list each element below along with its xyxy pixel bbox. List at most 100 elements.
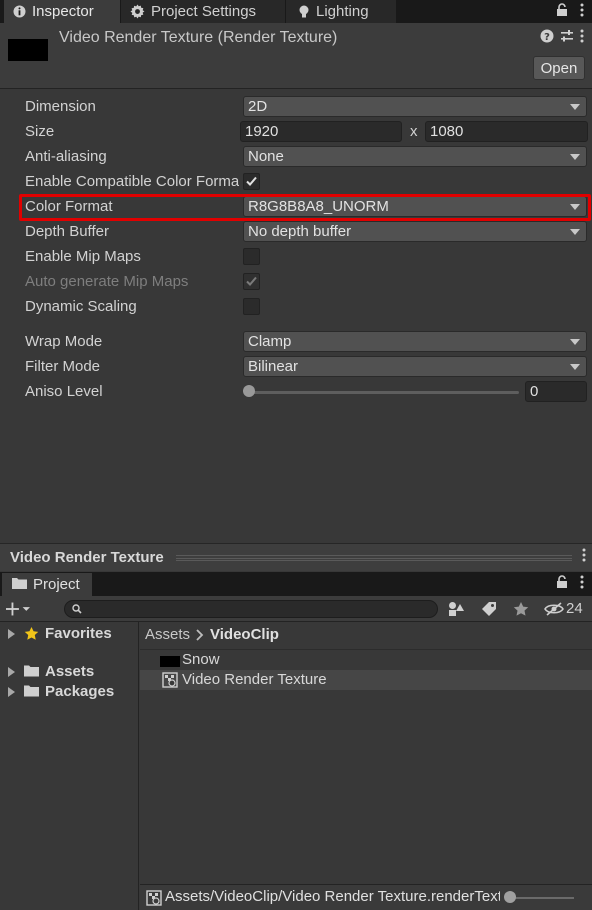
project-toolbar: 24 — [0, 596, 592, 622]
dimension-row: Dimension 2D — [0, 95, 592, 119]
dimension-label: Dimension — [25, 98, 96, 115]
preview-bar[interactable]: Video Render Texture — [0, 543, 592, 571]
tab-project-settings-label: Project Settings — [151, 3, 257, 20]
tree-label-assets: Assets — [45, 663, 95, 680]
file-label-snow: Snow — [182, 651, 220, 668]
chevron-down-icon — [570, 154, 580, 160]
file-label-video-render-texture: Video Render Texture — [182, 671, 327, 688]
preview-title: Video Render Texture — [10, 549, 164, 566]
tab-lighting[interactable]: Lighting — [286, 0, 396, 23]
svg-text:?: ? — [544, 32, 550, 43]
filter-mode-dropdown[interactable]: Bilinear — [243, 356, 587, 377]
fold-arrow-icon[interactable] — [8, 629, 15, 639]
selected-asset-path: Assets/VideoClip/Video Render Texture.re… — [165, 888, 500, 905]
create-plus-icon[interactable] — [6, 599, 30, 619]
tab-bar-controls — [556, 0, 584, 23]
project-tab-controls — [556, 572, 584, 596]
wrap-mode-row: Wrap Mode Clamp — [0, 330, 592, 354]
tab-project-label: Project — [33, 576, 80, 593]
fold-arrow-icon[interactable] — [8, 687, 15, 697]
breadcrumb-current[interactable]: VideoClip — [210, 626, 279, 643]
inspector-body: Dimension 2D Size 1920 x 1080 Anti-alias… — [0, 90, 592, 542]
aniso-level-field[interactable]: 0 — [525, 381, 587, 402]
chevron-down-icon — [570, 104, 580, 110]
inspector-header: Video Render Texture (Render Texture) ? … — [0, 23, 592, 89]
tab-lighting-label: Lighting — [316, 3, 369, 20]
anti-aliasing-value: None — [248, 148, 284, 165]
filter-mode-label: Filter Mode — [25, 358, 101, 375]
depth-buffer-dropdown[interactable]: No depth buffer — [243, 221, 587, 242]
chevron-right-icon — [196, 628, 204, 641]
file-item-video-render-texture[interactable]: Video Render Texture — [140, 670, 592, 690]
mip-maps-row: Enable Mip Maps — [0, 245, 592, 269]
size-x-label: x — [410, 123, 418, 140]
tab-project[interactable]: Project — [2, 573, 92, 596]
icon-size-slider-track[interactable] — [510, 897, 574, 899]
bulb-icon — [298, 5, 310, 19]
filter-mode-row: Filter Mode Bilinear — [0, 355, 592, 379]
icon-size-slider-knob[interactable] — [504, 891, 516, 903]
tab-project-settings[interactable]: Project Settings — [121, 0, 285, 23]
compatible-color-row: Enable Compatible Color Format — [0, 170, 592, 194]
chevron-down-icon — [570, 339, 580, 345]
kebab-menu-icon[interactable] — [580, 3, 584, 21]
anti-aliasing-row: Anti-aliasing None — [0, 145, 592, 169]
compatible-color-label: Enable Compatible Color Format — [25, 173, 239, 190]
wrap-mode-dropdown[interactable]: Clamp — [243, 331, 587, 352]
chevron-down-icon — [570, 229, 580, 235]
auto-mip-label: Auto generate Mip Maps — [25, 273, 189, 290]
tree-item-favorites[interactable]: Favorites — [0, 624, 139, 644]
aniso-level-label: Aniso Level — [25, 383, 103, 400]
header-icons: ? — [540, 29, 584, 47]
render-texture-icon — [162, 672, 178, 692]
tree-item-packages[interactable]: Packages — [0, 682, 139, 702]
lock-icon[interactable] — [556, 575, 568, 593]
filter-by-type-icon[interactable] — [444, 599, 468, 619]
kebab-menu-icon[interactable] — [580, 29, 584, 47]
aniso-slider-track[interactable] — [249, 391, 519, 394]
search-input[interactable] — [64, 600, 438, 618]
lock-icon[interactable] — [556, 2, 568, 21]
open-button[interactable]: Open — [533, 56, 585, 80]
asset-title: Video Render Texture (Render Texture) — [59, 29, 338, 46]
dynamic-scaling-checkbox[interactable] — [243, 298, 260, 315]
dimension-value: 2D — [248, 98, 268, 115]
fold-arrow-icon[interactable] — [8, 667, 15, 677]
anti-aliasing-dropdown[interactable]: None — [243, 146, 587, 167]
filter-by-label-icon[interactable] — [477, 599, 501, 619]
file-item-snow[interactable]: Snow — [140, 650, 592, 670]
asset-thumbnail — [8, 39, 48, 61]
breadcrumb-root[interactable]: Assets — [145, 626, 190, 643]
help-icon[interactable]: ? — [540, 29, 554, 47]
preview-drag-handle[interactable] — [176, 555, 572, 561]
tab-inspector[interactable]: Inspector — [4, 0, 120, 23]
status-bar: Assets/VideoClip/Video Render Texture.re… — [140, 884, 592, 910]
size-width-field[interactable]: 1920 — [240, 121, 402, 142]
size-row: Size 1920 x 1080 — [0, 120, 592, 144]
auto-mip-row: Auto generate Mip Maps — [0, 270, 592, 294]
tree-label-packages: Packages — [45, 683, 115, 700]
auto-mip-checkbox — [243, 273, 260, 290]
size-height-field[interactable]: 1080 — [425, 121, 588, 142]
star-icon — [24, 626, 39, 645]
chevron-down-icon — [570, 364, 580, 370]
hidden-packages-count: 24 — [566, 600, 583, 617]
tree-item-assets[interactable]: Assets — [0, 662, 139, 682]
tab-inspector-label: Inspector — [32, 3, 94, 20]
presets-icon[interactable] — [560, 29, 574, 47]
render-texture-icon — [146, 890, 162, 910]
favorite-star-icon[interactable] — [509, 599, 533, 619]
mip-maps-checkbox[interactable] — [243, 248, 260, 265]
compatible-color-checkbox[interactable] — [243, 173, 260, 190]
project-tab-bar: Project — [0, 572, 592, 596]
aniso-slider-knob[interactable] — [243, 385, 255, 397]
kebab-menu-icon[interactable] — [580, 575, 584, 593]
kebab-menu-icon[interactable] — [582, 548, 586, 566]
folder-icon — [12, 576, 27, 593]
project-file-list: Assets VideoClip Snow Video Render Textu… — [140, 622, 592, 884]
dimension-dropdown[interactable]: 2D — [243, 96, 587, 117]
color-format-highlight — [19, 194, 591, 221]
depth-buffer-value: No depth buffer — [248, 223, 352, 240]
aniso-level-row: Aniso Level 0 — [0, 380, 592, 404]
hidden-packages-icon[interactable] — [542, 599, 566, 619]
